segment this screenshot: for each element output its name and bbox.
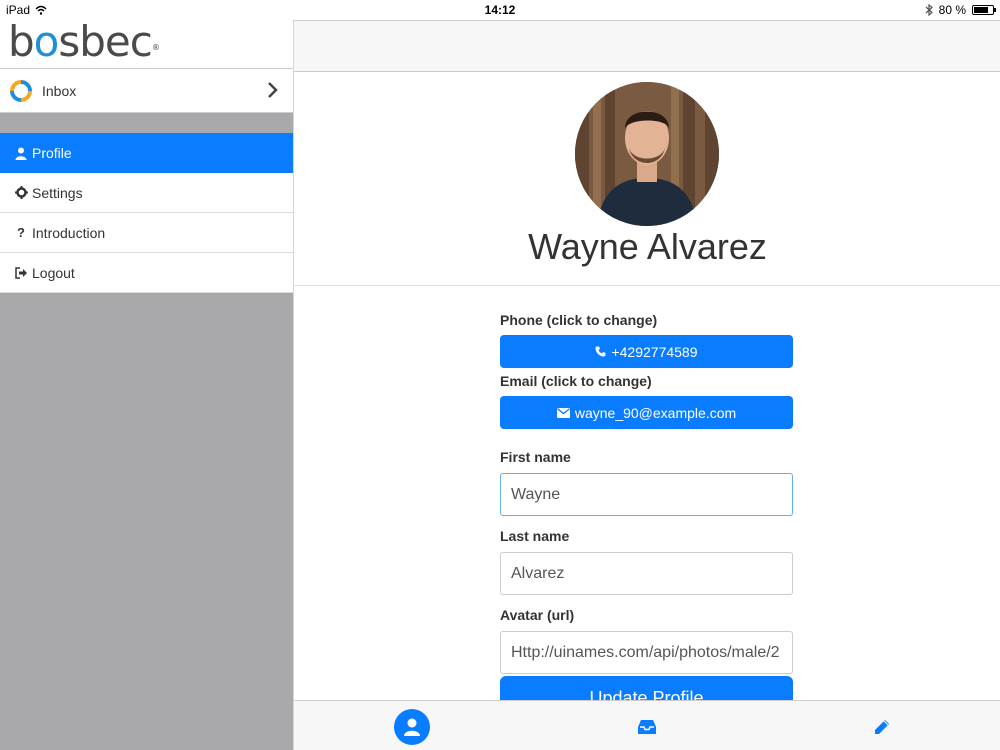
sidebar-item-profile[interactable]: Profile: [0, 133, 293, 173]
sidebar-item-logout[interactable]: Logout: [0, 253, 293, 293]
status-bar: iPad 14:12 80 %: [0, 0, 1000, 20]
sidebar-item-introduction[interactable]: ? Introduction: [0, 213, 293, 253]
user-icon: [14, 146, 28, 160]
avatar-photo: [575, 82, 719, 226]
email-value: wayne_90@example.com: [574, 404, 737, 421]
sidebar-item-label: Settings: [32, 184, 83, 201]
phone-icon: [595, 346, 606, 357]
phone-label: Phone (click to change): [500, 312, 658, 328]
bottom-tabbar: [293, 700, 1000, 750]
avatar-url-field[interactable]: Http://uinames.com/api/photos/male/2: [500, 631, 793, 674]
update-button-clip: Update Profile: [500, 676, 793, 700]
profile-name: Wayne Alvarez: [528, 226, 767, 267]
last-name-field[interactable]: Alvarez: [500, 552, 793, 595]
battery-icon: [972, 5, 996, 15]
first-name-label: First name: [500, 449, 571, 465]
first-name-field[interactable]: Wayne: [500, 473, 793, 516]
inbox-tab-icon[interactable]: [629, 709, 665, 745]
sidebar-item-label: Profile: [32, 145, 72, 161]
gear-icon: [14, 186, 28, 200]
bosbec-ring-icon: [10, 79, 32, 102]
battery-percent: 80 %: [938, 3, 966, 17]
envelope-icon: [556, 407, 570, 418]
top-navbar: [294, 20, 1000, 72]
update-profile-button[interactable]: Update Profile: [500, 676, 793, 700]
phone-button[interactable]: +4292774589: [500, 335, 793, 368]
phone-value: +4292774589: [611, 343, 698, 360]
bosbec-logo: bosbec®: [8, 17, 160, 66]
email-label: Email (click to change): [500, 373, 652, 389]
last-name-label: Last name: [500, 528, 570, 544]
profile-form: Phone (click to change) +4292774589 Emai…: [500, 312, 793, 674]
compose-tab-icon[interactable]: [864, 709, 900, 745]
profile-tab-icon[interactable]: [394, 709, 430, 745]
sidebar-inbox-row[interactable]: Inbox: [0, 69, 293, 113]
email-button[interactable]: wayne_90@example.com: [500, 396, 793, 429]
chevron-right-icon: [268, 82, 278, 98]
avatar: [575, 82, 719, 226]
bluetooth-icon: [925, 4, 933, 16]
sidebar-item-settings[interactable]: Settings: [0, 173, 293, 213]
question-icon: ?: [17, 225, 25, 240]
sidebar-item-label: Introduction: [32, 224, 106, 241]
sign-out-icon: [14, 266, 28, 280]
sidebar-item-label: Logout: [32, 264, 75, 281]
sidebar: bosbec® Inbox Profile Settings ? Introdu…: [0, 0, 293, 750]
avatar-url-label: Avatar (url): [500, 607, 575, 623]
sidebar-menu: Profile Settings ? Introduction Logout: [0, 133, 293, 293]
sidebar-inbox-label: Inbox: [42, 82, 77, 99]
status-time: 14:12: [484, 3, 516, 17]
profile-header: Wayne Alvarez: [294, 72, 1000, 286]
